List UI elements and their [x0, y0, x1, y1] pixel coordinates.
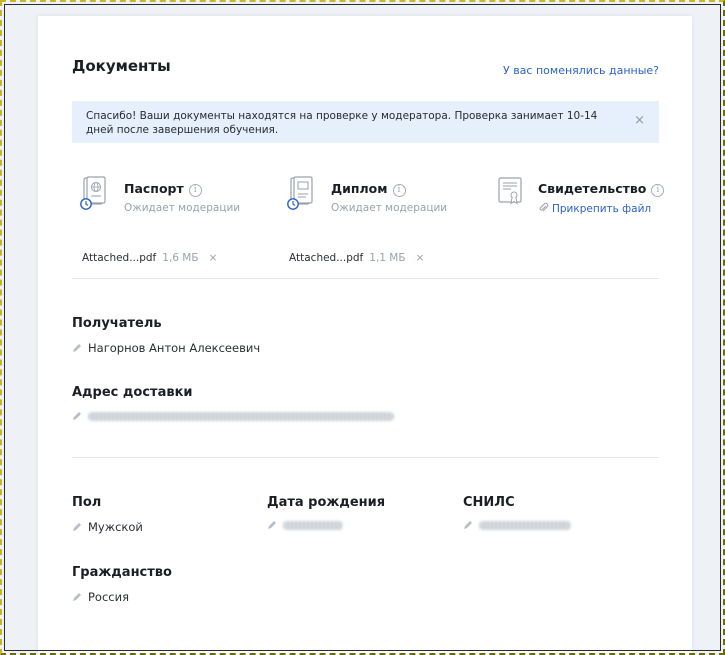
pencil-icon — [73, 344, 81, 352]
info-icon[interactable]: i — [188, 184, 202, 197]
snils-value[interactable] — [463, 520, 571, 530]
moderation-notice: Спасибо! Ваши документы находятся на про… — [72, 101, 659, 143]
gender-value[interactable]: Мужской — [72, 520, 143, 534]
redacted-address — [88, 411, 394, 421]
notice-text: Спасибо! Ваши документы находятся на про… — [86, 110, 598, 136]
info-icon[interactable]: i — [651, 184, 665, 197]
pencil-icon — [464, 521, 472, 529]
clock-icon — [287, 198, 299, 210]
passport-title: Паспорт — [124, 181, 184, 196]
address-label: Адрес доставки — [72, 385, 193, 400]
info-icon[interactable]: i — [392, 184, 406, 197]
pencil-icon — [73, 523, 81, 531]
passport-status: Ожидает модерации — [124, 202, 241, 214]
file-name[interactable]: Attached...pdf — [289, 252, 363, 264]
redacted-snils — [479, 520, 571, 530]
gender-label: Пол — [72, 495, 102, 510]
file-name[interactable]: Attached...pdf — [82, 252, 156, 264]
snils-label: СНИЛС — [463, 495, 515, 510]
divider — [72, 278, 659, 279]
citizenship-value[interactable]: Россия — [72, 590, 129, 604]
attach-file-label: Прикрепить файл — [552, 203, 652, 215]
remove-file-icon[interactable]: × — [416, 252, 425, 264]
clock-icon — [80, 198, 92, 210]
documents-card: Документы У вас поменялись данные? Спаси… — [38, 16, 692, 655]
gender-text: Мужской — [88, 520, 143, 534]
divider — [72, 457, 659, 458]
page-title: Документы — [72, 57, 171, 75]
redacted-birth-date — [283, 520, 343, 530]
birth-date-value[interactable] — [267, 520, 343, 530]
address-value[interactable] — [72, 411, 394, 421]
citizenship-text: Россия — [88, 590, 130, 604]
attach-file-link[interactable]: Прикрепить файл — [538, 202, 651, 215]
certificate-icon — [498, 177, 522, 205]
pencil-icon — [73, 593, 81, 601]
recipient-value[interactable]: Нагорнов Антон Алексеевич — [72, 341, 260, 355]
close-icon[interactable]: × — [634, 114, 645, 128]
file-size: 1,6 МБ — [162, 252, 199, 264]
pencil-icon — [73, 412, 81, 420]
pencil-icon — [268, 521, 276, 529]
birth-date-label: Дата рождения — [267, 495, 386, 510]
recipient-label: Получатель — [72, 316, 162, 331]
paperclip-icon — [539, 202, 549, 212]
passport-file: Attached...pdf 1,6 МБ × — [82, 252, 217, 264]
diploma-status: Ожидает модерации — [331, 202, 448, 214]
recipient-name: Нагорнов Антон Алексеевич — [88, 341, 261, 355]
data-changed-link[interactable]: У вас поменялись данные? — [503, 64, 659, 77]
certificate-title: Свидетельство — [538, 181, 647, 196]
remove-file-icon[interactable]: × — [209, 252, 218, 264]
diploma-title: Диплом — [331, 181, 388, 196]
file-size: 1,1 МБ — [369, 252, 406, 264]
diploma-file: Attached...pdf 1,1 МБ × — [289, 252, 424, 264]
citizenship-label: Гражданство — [72, 565, 172, 580]
